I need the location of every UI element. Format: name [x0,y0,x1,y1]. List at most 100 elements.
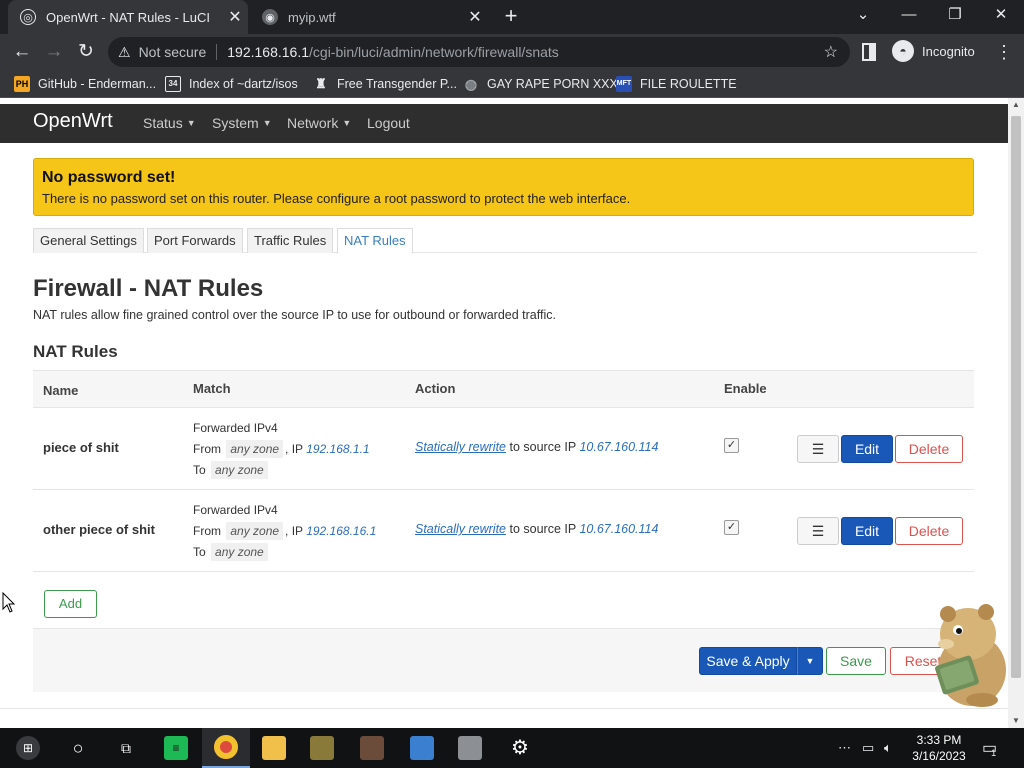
app-icon [410,736,434,760]
add-rule-button[interactable]: Add [44,590,97,618]
page-title: Firewall - NAT Rules [33,275,264,302]
security-label[interactable]: Not secure [139,44,207,60]
scroll-up-icon[interactable]: ▲ [1008,98,1024,112]
vmware-button[interactable] [446,728,494,768]
caret-down-icon: ▼ [262,118,272,128]
warning-icon[interactable]: ⚠ [118,44,131,61]
browser-tab[interactable]: ◉ myip.wtf ✕ [252,0,488,34]
chrome-icon [214,735,238,759]
gear-icon: ⚙ [511,737,529,759]
tray-overflow-icon[interactable]: ⋯ [838,728,851,768]
tab-general-settings[interactable]: General Settings [33,228,144,253]
settings-button[interactable]: ⚙ [496,728,544,768]
task-view-button[interactable]: ⧉ [102,728,150,768]
close-window-button[interactable]: ✕ [978,0,1024,32]
rewrite-link[interactable]: Statically rewrite [415,522,506,536]
browser-tab-strip: ◎ OpenWrt - NAT Rules - LuCI ✕ ◉ myip.wt… [0,0,1024,34]
bookmark-label: Index of ~dartz/isos [189,77,298,91]
back-button[interactable]: ← [8,38,36,66]
new-tab-button[interactable]: + [498,4,524,30]
menu-network[interactable]: Network ▼ [287,115,351,131]
bookmark-label: GAY RAPE PORN XXX [487,77,618,91]
page-description: NAT rules allow fine grained control ove… [33,308,556,322]
save-button[interactable]: Save [826,647,886,675]
incognito-profile-button[interactable]: ◓ Incognito [892,40,975,62]
cortana-button[interactable]: ○ [54,728,102,768]
rewrite-link[interactable]: Statically rewrite [415,440,506,454]
table-header: Name Match Action Enable [33,370,974,408]
edit-button[interactable]: Edit [841,517,893,545]
save-apply-button[interactable]: Save & Apply [699,647,797,675]
tab-nat-rules[interactable]: NAT Rules [337,228,413,254]
brand-logo[interactable]: OpenWrt [33,110,113,133]
clock-date: 3/16/2023 [912,749,966,763]
game-button[interactable] [298,728,346,768]
bookmark-item[interactable]: ◍ GAY RAPE PORN XXX [463,75,618,93]
page-scrollbar[interactable]: ▲ ▼ [1008,98,1024,728]
menu-system[interactable]: System ▼ [212,115,272,131]
ip-address: 192.168.1.1 [306,442,370,456]
close-icon[interactable]: ✕ [462,7,488,27]
rule-name: piece of shit [43,440,119,455]
nat-rules-table: Name Match Action Enable piece of shit F… [33,370,974,572]
chrome-button[interactable] [202,728,250,768]
bookmark-label: Free Transgender P... [337,77,457,91]
reload-button[interactable]: ↻ [72,38,100,66]
zone-badge: any zone [211,543,268,561]
notification-count: 1 [991,748,997,758]
volume-icon[interactable]: 🔈︎ [884,728,892,768]
address-bar[interactable]: ⚠ Not secure 192.168.16.1/cgi-bin/luci/a… [108,37,850,67]
scrollbar-thumb[interactable] [1011,116,1021,678]
menu-status[interactable]: Status ▼ [143,115,196,131]
scroll-down-icon[interactable]: ▼ [1008,714,1024,728]
enable-checkbox[interactable]: ✓ [724,438,739,453]
mft-favicon-icon: MFT [616,76,632,92]
edit-button[interactable]: Edit [841,435,893,463]
browser-tab-active[interactable]: ◎ OpenWrt - NAT Rules - LuCI ✕ [8,0,248,34]
start-button[interactable]: ⊞ [4,728,52,768]
zone-badge: any zone [226,522,284,540]
web-page: OpenWrt Status ▼ System ▼ Network ▼ Logout … [0,98,1008,728]
delete-button[interactable]: Delete [895,435,963,463]
system-clock[interactable]: 3:33 PM 3/16/2023 [904,732,974,764]
close-icon[interactable]: ✕ [222,7,248,27]
drag-handle-button[interactable]: ☰ [797,517,839,545]
delete-button[interactable]: Delete [895,517,963,545]
bookmark-item[interactable]: PH GitHub - Enderman... [14,75,156,93]
caret-down-icon: ▼ [186,118,196,128]
enable-checkbox[interactable]: ✓ [724,520,739,535]
drag-handle-button[interactable]: ☰ [797,435,839,463]
side-panel-icon[interactable] [862,43,876,61]
chevron-down-icon[interactable]: ▼ [797,647,823,675]
spotify-button[interactable]: ≡ [152,728,200,768]
menu-logout[interactable]: Logout [367,115,410,131]
tab-search-icon[interactable]: ⌄ [840,0,886,32]
rule-match: Forwarded IPv4 From any zone, IP 192.168… [193,500,376,563]
notifications-button[interactable]: ▭ 1 [982,728,997,768]
windows-logo-icon: ⊞ [16,736,40,760]
tab-traffic-rules[interactable]: Traffic Rules [247,228,334,253]
minimize-button[interactable]: — [886,0,932,32]
bookmark-item[interactable]: MFT FILE ROULETTE [616,75,737,93]
bookmark-item[interactable]: 34 Index of ~dartz/isos [165,75,298,93]
browser-toolbar: ← → ↻ ⚠ Not secure 192.168.16.1/cgi-bin/… [0,34,1024,70]
browser-menu-icon[interactable]: ⋮ [994,38,1014,66]
globe-icon: ◉ [262,9,278,25]
page-actions-bar: Save & Apply ▼ Save Reset [33,628,974,692]
column-header-match: Match [193,381,231,396]
bookmarks-bar: PH GitHub - Enderman... 34 Index of ~dar… [0,70,1024,98]
app-button[interactable] [348,728,396,768]
tab-title: myip.wtf [288,9,336,25]
url-host: 192.168.16.1 [227,44,310,60]
section-title: NAT Rules [33,342,118,361]
network-icon[interactable]: ▭ [862,728,874,768]
tab-port-forwards[interactable]: Port Forwards [147,228,243,253]
restore-button[interactable]: ❐ [932,0,978,32]
bookmark-item[interactable]: ♜ Free Transgender P... [313,75,457,93]
forward-button[interactable]: → [40,38,68,66]
app-button[interactable] [398,728,446,768]
bookmark-star-icon[interactable]: ☆ [824,42,838,62]
game-icon [310,736,334,760]
match-type: Forwarded IPv4 [193,421,278,435]
file-explorer-button[interactable] [250,728,298,768]
